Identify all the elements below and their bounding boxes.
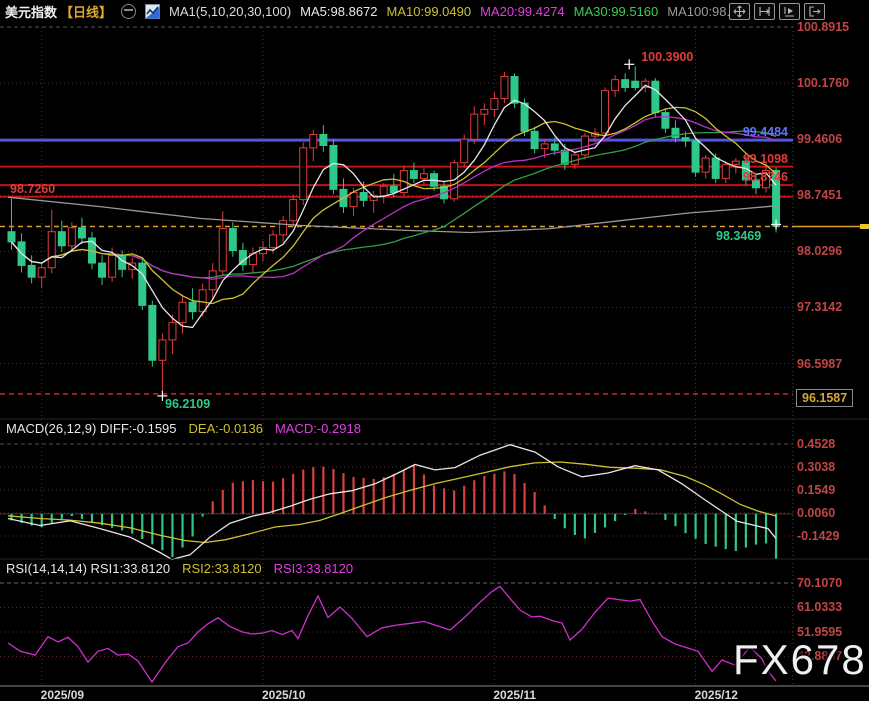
chart-thumbnail-icon[interactable]: [145, 4, 160, 19]
rsi3-value: RSI3:33.8120: [274, 561, 354, 576]
y-axis-scale-icon[interactable]: [754, 3, 775, 20]
ma-params-label: MA1(5,10,20,30,100): [169, 4, 291, 19]
fx678-watermark: FX678: [733, 636, 867, 684]
macd-macd-value: MACD:-0.2918: [275, 421, 361, 436]
rsi-header: RSI(14,14,14) RSI1:33.8120 RSI2:33.8120 RS…: [6, 561, 353, 576]
chart-canvas[interactable]: [0, 0, 869, 701]
rsi2-value: RSI2:33.8120: [182, 561, 262, 576]
ma10-value: MA10:99.0490: [387, 4, 472, 19]
symbol-name: 美元指数: [5, 2, 57, 21]
ma20-value: MA20:99.4274: [480, 4, 565, 19]
exit-icon[interactable]: [804, 3, 825, 20]
move-icon[interactable]: [729, 3, 750, 20]
ma100-value: MA100:98.: [667, 4, 730, 19]
ma5-value: MA5:98.8672: [300, 4, 377, 19]
rsi-title: RSI(14,14,14) RSI1:33.8120: [6, 561, 170, 576]
period-label: 【日线】: [60, 2, 112, 21]
macd-title: MACD(26,12,9) DIFF:-0.1595: [6, 421, 177, 436]
playback-icon[interactable]: [779, 3, 800, 20]
ma30-value: MA30:99.5160: [574, 4, 659, 19]
macd-dea-value: DEA:-0.0136: [189, 421, 263, 436]
circle-minus-icon[interactable]: [121, 4, 136, 19]
chart-app-window: { "header": { "symbol": "美元指数", "period"…: [0, 0, 869, 701]
chart-toolbar: [729, 3, 825, 20]
macd-header: MACD(26,12,9) DIFF:-0.1595 DEA:-0.0136 MAC…: [6, 421, 361, 436]
